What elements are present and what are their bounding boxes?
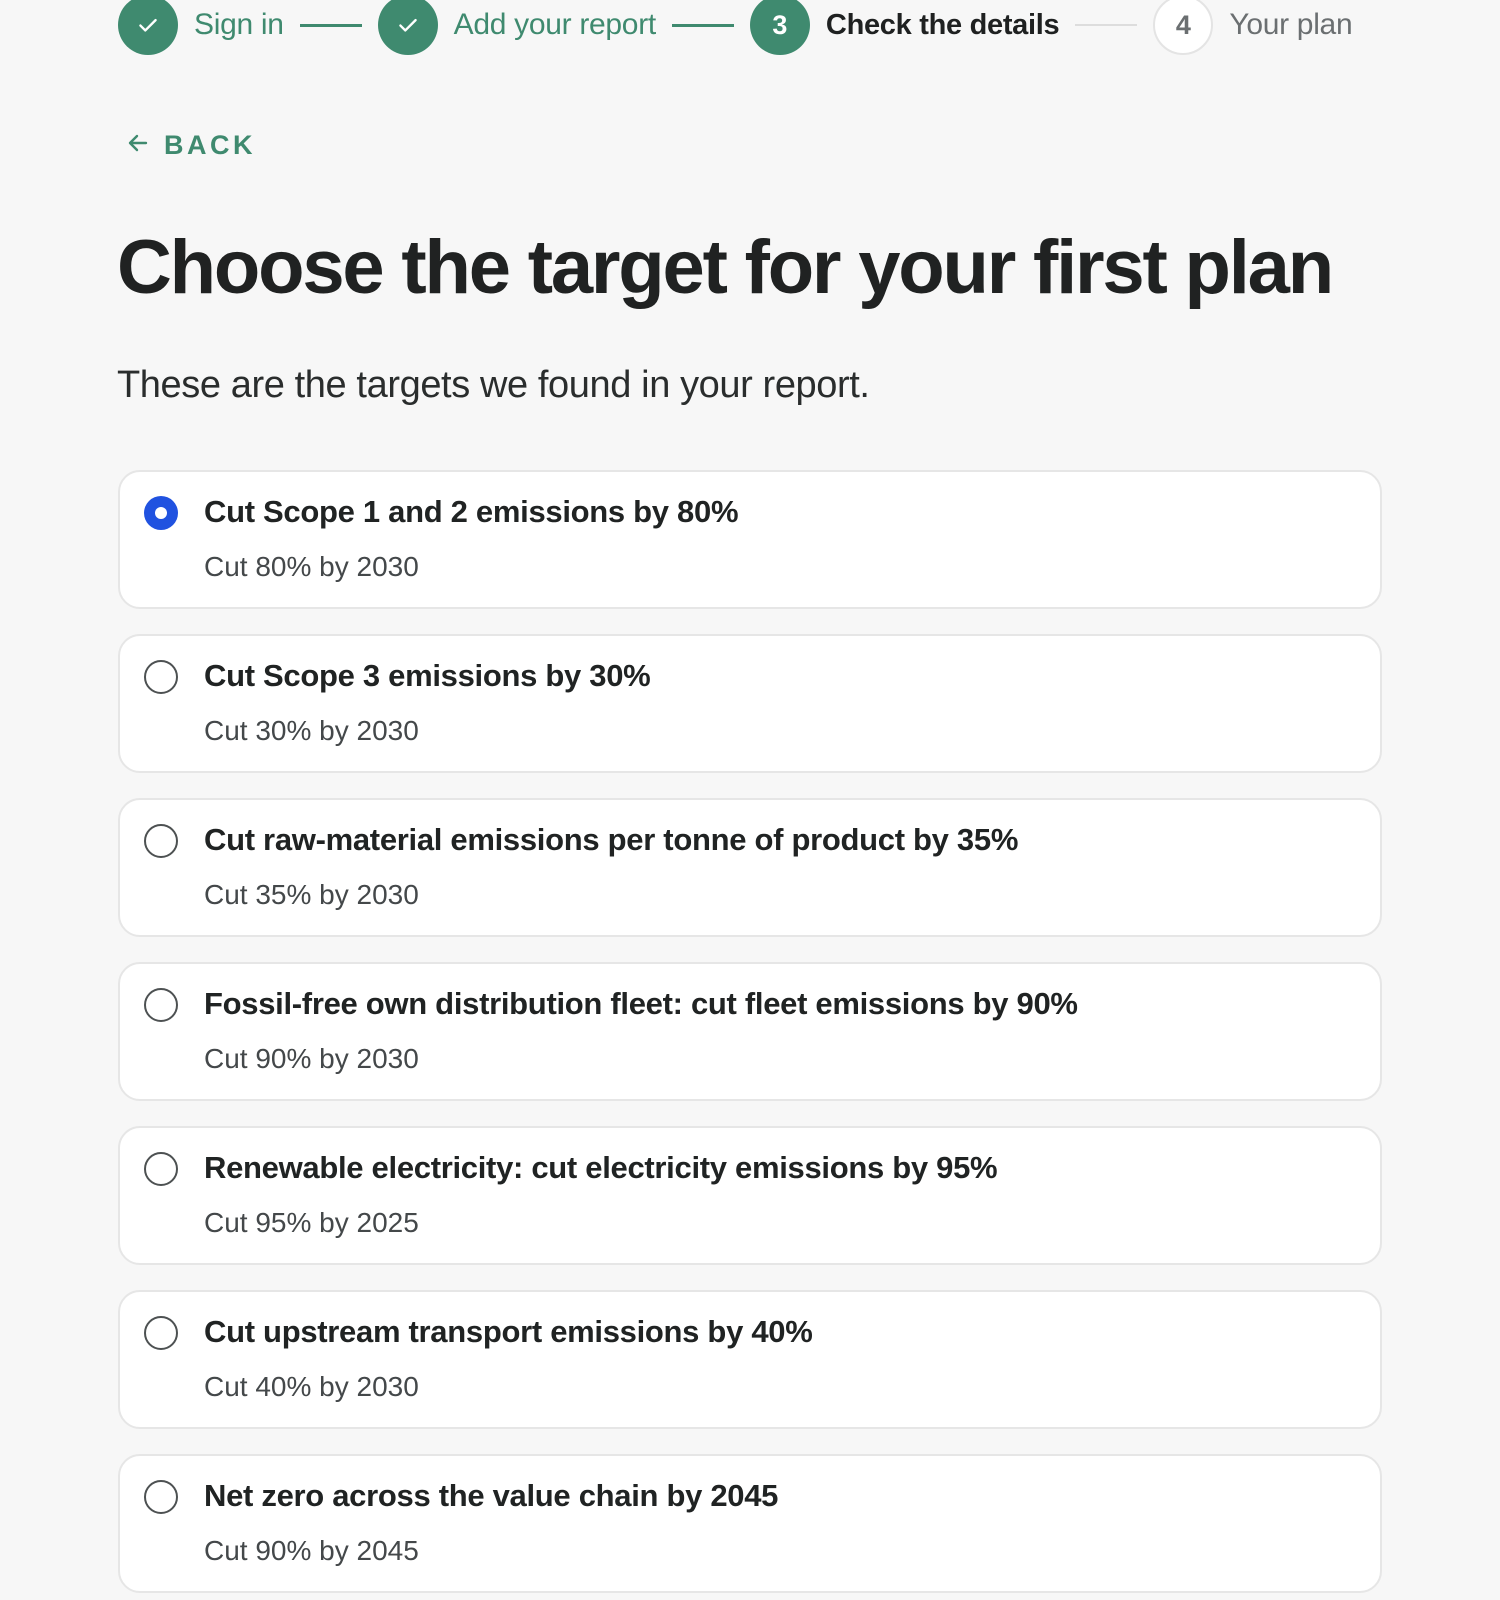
check-icon — [118, 0, 178, 55]
target-title: Cut Scope 3 emissions by 30% — [204, 658, 651, 693]
target-detail: Cut 90% by 2030 — [204, 1043, 419, 1074]
step-your-plan: 4 Your plan — [1153, 0, 1353, 55]
target-detail: Cut 35% by 2030 — [204, 879, 419, 910]
page-subtitle: These are the targets we found in your r… — [117, 364, 870, 406]
progress-stepper: Sign in Add your report 3 Check the deta… — [118, 0, 1353, 55]
target-detail: Cut 90% by 2045 — [204, 1535, 419, 1566]
back-label: BACK — [164, 130, 256, 160]
step-label: Check the details — [825, 8, 1060, 41]
target-option[interactable]: Cut raw-material emissions per tonne of … — [118, 798, 1382, 937]
step-label: Sign in — [194, 8, 284, 41]
step-number: 4 — [1175, 9, 1191, 40]
radio-button[interactable] — [144, 660, 178, 694]
step-label: Your plan — [1229, 8, 1353, 41]
target-detail: Cut 30% by 2030 — [204, 715, 419, 746]
check-icon — [377, 0, 438, 55]
target-option[interactable]: Cut Scope 1 and 2 emissions by 80% Cut 8… — [118, 470, 1382, 609]
target-title: Net zero across the value chain by 2045 — [204, 1478, 779, 1513]
step-connector — [1075, 24, 1138, 26]
target-title: Fossil-free own distribution fleet: cut … — [204, 986, 1078, 1021]
target-detail: Cut 80% by 2030 — [204, 551, 419, 582]
target-option[interactable]: Net zero across the value chain by 2045 … — [118, 1454, 1382, 1593]
target-options-list: Cut Scope 1 and 2 emissions by 80% Cut 8… — [118, 470, 1382, 1600]
radio-button[interactable] — [144, 1480, 178, 1514]
radio-button[interactable] — [144, 824, 178, 858]
back-button[interactable]: BACK — [126, 130, 256, 161]
radio-button[interactable] — [144, 988, 178, 1022]
target-title: Cut upstream transport emissions by 40% — [204, 1314, 813, 1349]
step-check-details: 3 Check the details — [749, 0, 1060, 55]
step-number-badge: 4 — [1153, 0, 1214, 55]
step-add-report: Add your report — [377, 0, 657, 55]
target-option[interactable]: Cut upstream transport emissions by 40% … — [118, 1290, 1382, 1429]
step-number: 3 — [772, 9, 788, 40]
target-option[interactable]: Fossil-free own distribution fleet: cut … — [118, 962, 1382, 1101]
target-title: Cut Scope 1 and 2 emissions by 80% — [204, 494, 739, 529]
target-detail: Cut 40% by 2030 — [204, 1371, 419, 1402]
target-option[interactable]: Cut Scope 3 emissions by 30% Cut 30% by … — [118, 634, 1382, 773]
step-label: Add your report — [453, 8, 657, 41]
radio-button[interactable] — [144, 1316, 178, 1350]
step-sign-in: Sign in — [118, 0, 284, 55]
step-connector — [299, 23, 362, 27]
step-connector — [671, 23, 734, 27]
radio-button-selected[interactable] — [144, 496, 178, 530]
step-number-badge: 3 — [749, 0, 810, 55]
page-title: Choose the target for your first plan — [117, 225, 1334, 310]
target-title: Cut raw-material emissions per tonne of … — [204, 822, 1019, 857]
radio-button[interactable] — [144, 1152, 178, 1186]
target-title: Renewable electricity: cut electricity e… — [204, 1150, 998, 1185]
target-detail: Cut 95% by 2025 — [204, 1207, 419, 1238]
arrow-left-icon — [126, 131, 150, 160]
target-option[interactable]: Renewable electricity: cut electricity e… — [118, 1126, 1382, 1265]
